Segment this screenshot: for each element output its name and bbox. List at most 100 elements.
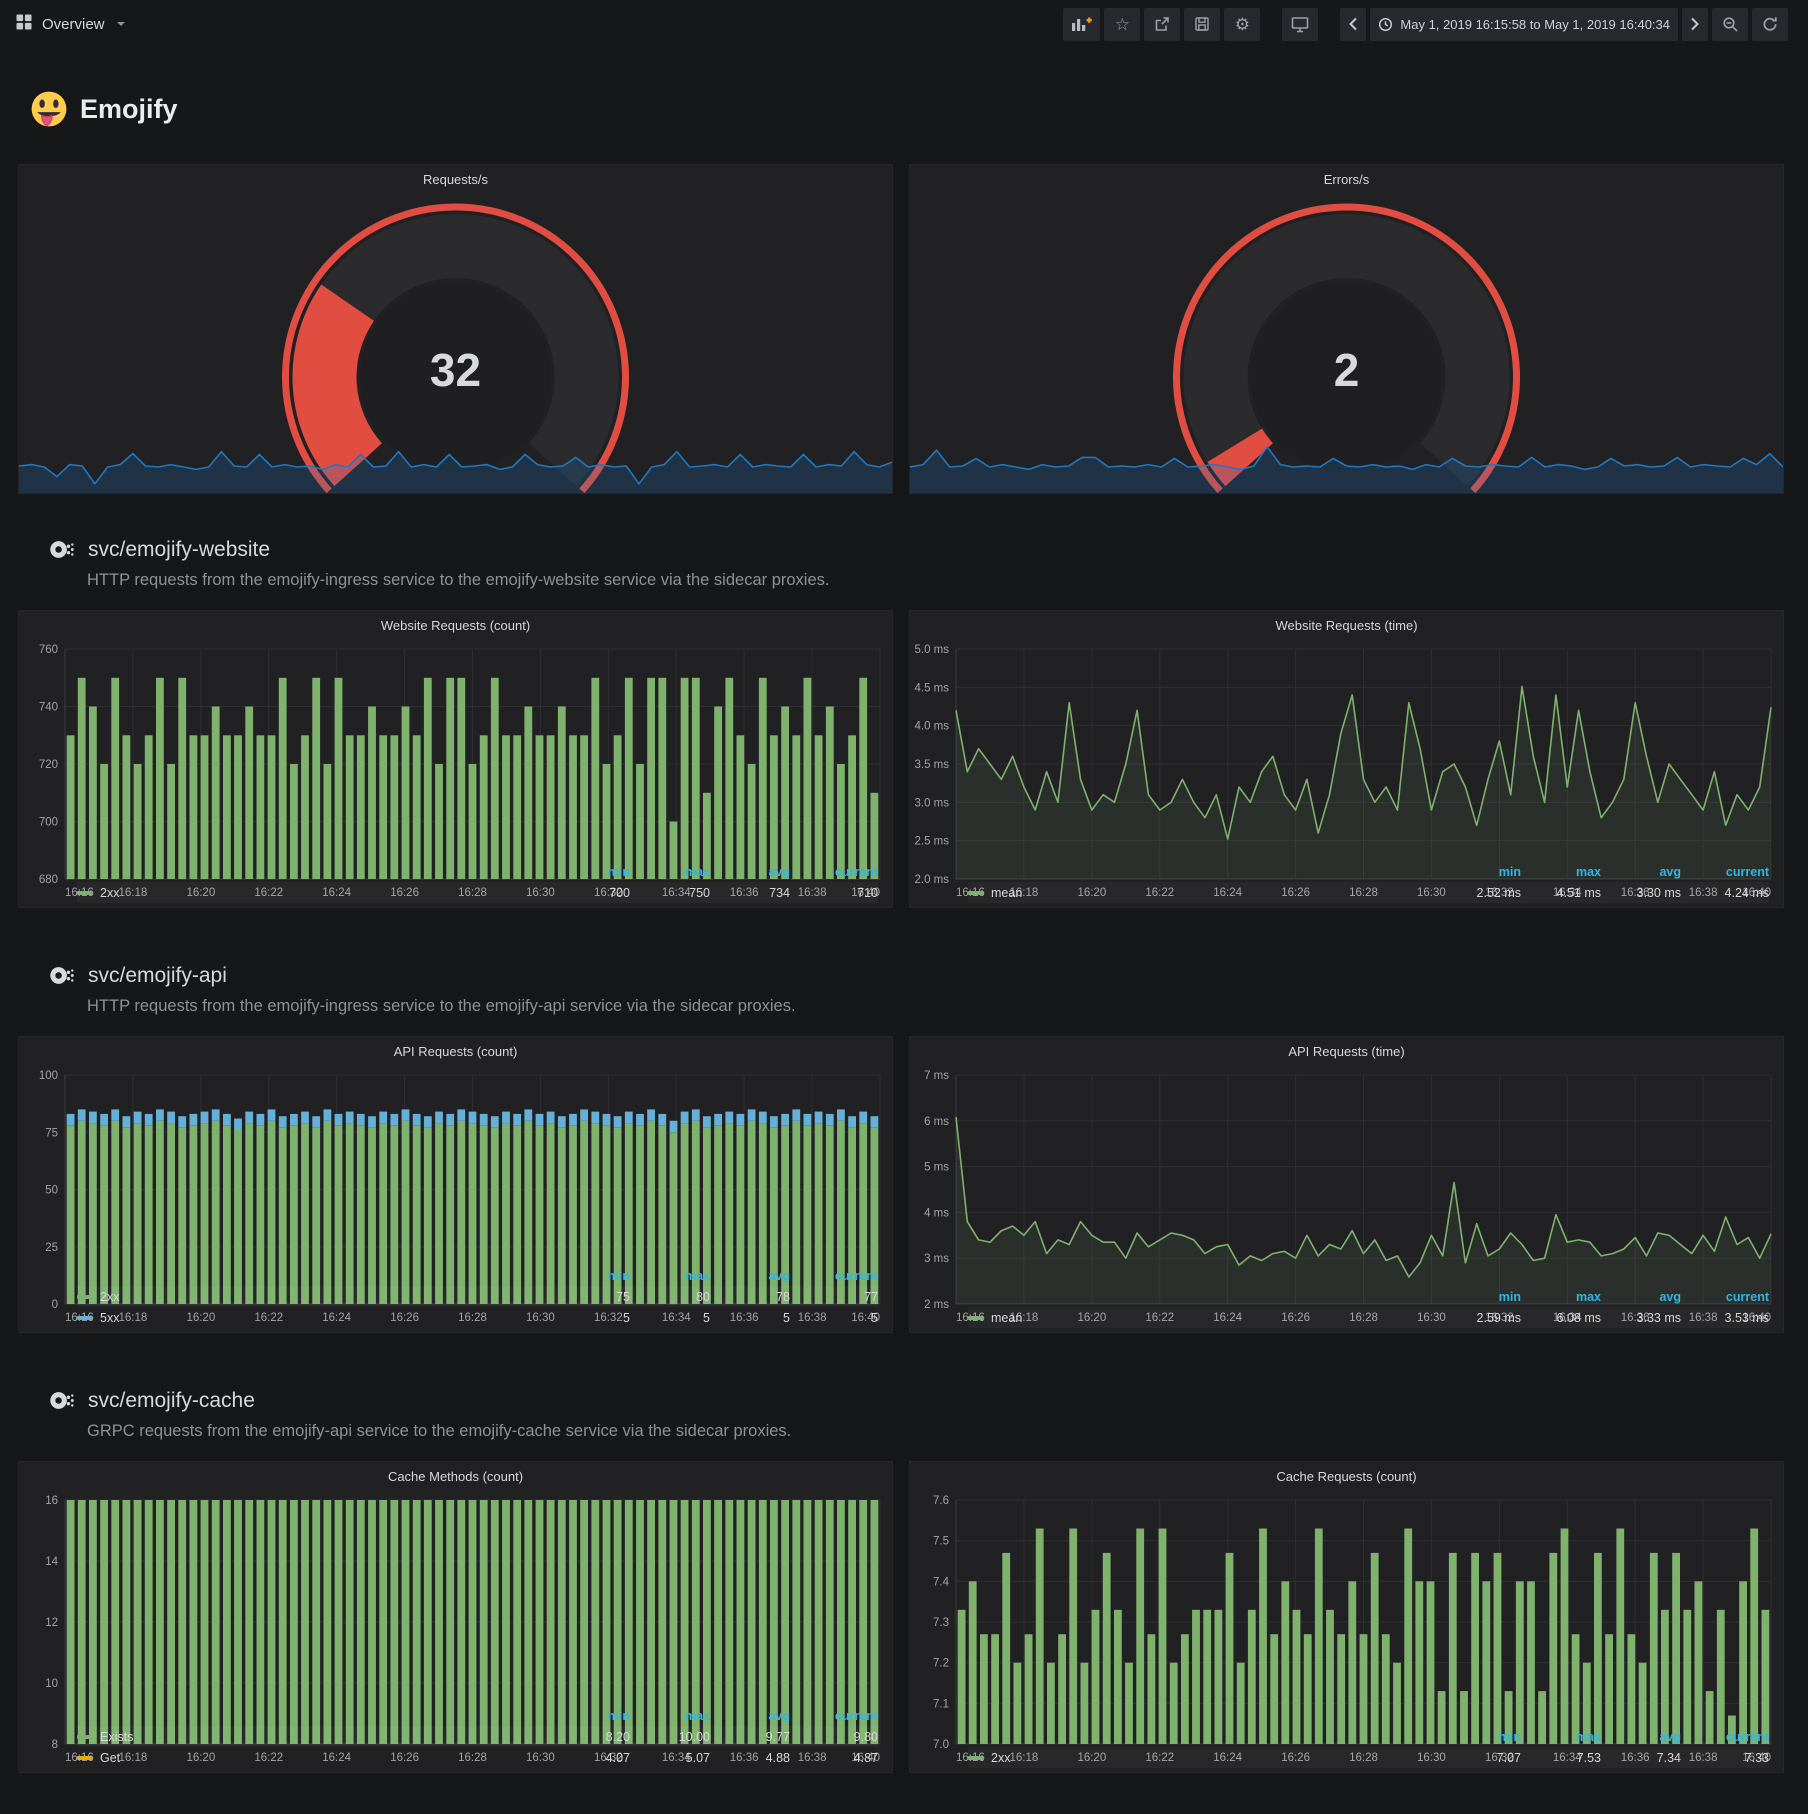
panel-title[interactable]: Website Requests (time) <box>910 611 1783 641</box>
panel-title[interactable]: API Requests (count) <box>19 1037 892 1067</box>
svg-text:2.5 ms: 2.5 ms <box>914 836 949 848</box>
legend-header-max[interactable]: max <box>630 865 710 879</box>
legend-header-min[interactable]: min <box>1441 1730 1521 1744</box>
legend-header-min[interactable]: min <box>1441 1290 1521 1304</box>
legend-header-current[interactable]: current <box>790 1269 878 1283</box>
legend-header-current[interactable]: current <box>1681 1290 1769 1304</box>
legend-header-max[interactable]: max <box>630 1709 710 1723</box>
gauge-sparkline <box>910 437 1783 493</box>
time-forward-button[interactable] <box>1682 8 1708 41</box>
chart-plot: 2.0 ms2.5 ms3.0 ms3.5 ms4.0 ms4.5 ms5.0 … <box>910 641 1783 862</box>
svg-text:100: 100 <box>39 1070 58 1082</box>
legend-stat: 5 <box>550 1311 630 1325</box>
legend-header-min[interactable]: min <box>550 865 630 879</box>
legend-header-max[interactable]: max <box>1521 1290 1601 1304</box>
save-button[interactable] <box>1184 8 1220 41</box>
tongue-emoji-icon <box>30 90 68 128</box>
series-color-swatch <box>77 891 92 895</box>
series-color-swatch <box>77 1316 92 1320</box>
chart-plot: 2 ms3 ms4 ms5 ms6 ms7 ms16:1616:1816:201… <box>910 1067 1783 1287</box>
time-range-button[interactable]: May 1, 2019 16:15:58 to May 1, 2019 16:4… <box>1370 8 1678 41</box>
legend-series-Exists[interactable]: Exists <box>77 1730 550 1744</box>
legend-header-max[interactable]: max <box>1521 865 1601 879</box>
legend-series-5xx[interactable]: 5xx <box>77 1311 550 1325</box>
legend-header-current[interactable]: current <box>790 865 878 879</box>
chevron-down-icon[interactable] <box>117 22 125 26</box>
legend-stat: 3.33 ms <box>1601 1311 1681 1325</box>
panel-title[interactable]: Cache Requests (count) <box>910 1462 1783 1492</box>
legend-series-2xx[interactable]: 2xx <box>77 886 550 900</box>
legend-header-current[interactable]: current <box>1681 1730 1769 1744</box>
legend-stat: 7.53 <box>1521 1751 1601 1765</box>
refresh-icon <box>1762 16 1778 32</box>
panel-title[interactable]: Errors/s <box>910 165 1783 195</box>
time-back-button[interactable] <box>1340 8 1366 41</box>
share-button[interactable] <box>1144 8 1180 41</box>
chart-legend: minmaxavgcurrentmean2.52 ms4.51 ms3.30 m… <box>910 862 1783 907</box>
legend-stat: 10.00 <box>630 1730 710 1744</box>
legend-stat: 700 <box>550 886 630 900</box>
add-panel-button[interactable] <box>1063 8 1100 41</box>
legend-header-avg[interactable]: avg <box>1601 865 1681 879</box>
panel-title[interactable]: API Requests (time) <box>910 1037 1783 1067</box>
legend-series-Get[interactable]: Get <box>77 1751 550 1765</box>
dashboard-title[interactable]: Overview <box>42 16 105 33</box>
legend-header-avg[interactable]: avg <box>1601 1730 1681 1744</box>
legend-stat: 5 <box>630 1311 710 1325</box>
star-icon: ☆ <box>1115 16 1130 33</box>
legend-header-avg[interactable]: avg <box>710 865 790 879</box>
legend-header-avg[interactable]: avg <box>1601 1290 1681 1304</box>
series-color-swatch <box>77 1756 92 1760</box>
panel-title[interactable]: Website Requests (count) <box>19 611 892 641</box>
legend-series-2xx[interactable]: 2xx <box>77 1290 550 1304</box>
svg-text:4.0 ms: 4.0 ms <box>914 721 949 733</box>
legend-header-max[interactable]: max <box>1521 1730 1601 1744</box>
legend-series-mean[interactable]: mean <box>968 1311 1441 1325</box>
legend-stat: 710 <box>790 886 878 900</box>
chart-legend: minmaxavgcurrentmean2.59 ms6.08 ms3.33 m… <box>910 1287 1783 1332</box>
section-emojify-api: svc/emojify-api HTTP requests from the e… <box>18 962 1784 1016</box>
apps-grid-icon[interactable] <box>16 14 32 35</box>
legend-header-min[interactable]: min <box>1441 865 1521 879</box>
tv-mode-button[interactable] <box>1282 8 1318 41</box>
panel-title[interactable]: Requests/s <box>19 165 892 195</box>
legend-header-min[interactable]: min <box>550 1269 630 1283</box>
section-title: svc/emojify-cache <box>88 1389 255 1413</box>
section-emojify-cache: svc/emojify-cache GRPC requests from the… <box>18 1387 1784 1441</box>
legend-series-2xx[interactable]: 2xx <box>968 1751 1441 1765</box>
legend-header-max[interactable]: max <box>630 1269 710 1283</box>
gear-icon: ⚙ <box>1235 16 1250 33</box>
panel-title[interactable]: Cache Methods (count) <box>19 1462 892 1492</box>
svg-text:3.0 ms: 3.0 ms <box>914 797 949 809</box>
legend-header-min[interactable]: min <box>550 1709 630 1723</box>
legend-header-avg[interactable]: avg <box>710 1709 790 1723</box>
gauge-value: 32 <box>19 343 892 397</box>
legend-stat: 4.07 <box>550 1751 630 1765</box>
consul-icon <box>48 962 75 989</box>
svg-text:7.6: 7.6 <box>933 1495 949 1507</box>
section-emojify-website: svc/emojify-website HTTP requests from t… <box>18 536 1784 590</box>
legend-stat: 9.80 <box>790 1730 878 1744</box>
chart-plot: 7.07.17.27.37.47.57.616:1616:1816:2016:2… <box>910 1492 1783 1727</box>
svg-text:7.1: 7.1 <box>933 1698 949 1710</box>
legend-header-current[interactable]: current <box>1681 865 1769 879</box>
legend-stat: 9.77 <box>710 1730 790 1744</box>
svg-text:7.4: 7.4 <box>933 1576 950 1588</box>
legend-stat: 2.59 ms <box>1441 1311 1521 1325</box>
svg-text:75: 75 <box>45 1127 58 1139</box>
top-navbar: Overview ☆ ⚙ May 1, 2019 16:15:58 to May… <box>0 0 1808 48</box>
legend-header-avg[interactable]: avg <box>710 1269 790 1283</box>
gauge-sparkline <box>19 437 892 493</box>
legend-stat: 4.88 <box>710 1751 790 1765</box>
legend-series-mean[interactable]: mean <box>968 886 1441 900</box>
legend-header: minmaxavgcurrent <box>77 862 878 882</box>
chart-legend: minmaxavgcurrentExists8.2010.009.779.80G… <box>19 1706 892 1772</box>
zoom-out-button[interactable] <box>1712 8 1748 41</box>
section-description: GRPC requests from the emojify-api servi… <box>48 1422 1784 1441</box>
star-button[interactable]: ☆ <box>1104 8 1140 41</box>
settings-button[interactable]: ⚙ <box>1224 8 1260 41</box>
tv-mode-icon <box>1291 16 1309 33</box>
legend-header-current[interactable]: current <box>790 1709 878 1723</box>
chart-legend: minmaxavgcurrent2xx758078775xx5555 <box>19 1266 892 1332</box>
refresh-button[interactable] <box>1752 8 1788 41</box>
